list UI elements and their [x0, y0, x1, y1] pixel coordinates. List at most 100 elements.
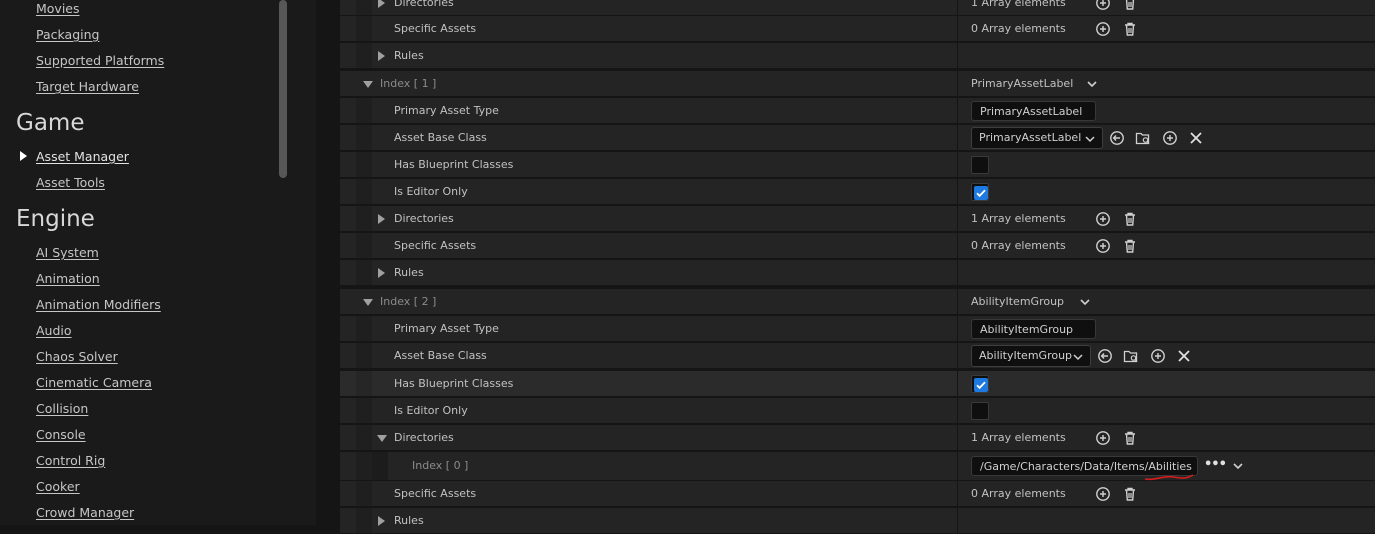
has-blueprint-classes-checkbox[interactable]	[971, 156, 989, 174]
property-row-is-editor-only: Is Editor Only	[340, 398, 1375, 424]
has-blueprint-classes-checkbox[interactable]	[971, 375, 989, 393]
collapse-arrow-icon[interactable]	[377, 435, 387, 442]
delete-icon[interactable]	[1122, 238, 1138, 254]
section-title-engine: Engine	[16, 206, 95, 232]
sidebar-item-cooker[interactable]: Cooker	[36, 479, 80, 494]
section-title-game: Game	[16, 110, 85, 136]
chevron-down-icon[interactable]	[1077, 294, 1093, 310]
property-row-directories: Directories 1 Array elements	[340, 0, 1375, 16]
property-name: Primary Asset Type	[394, 104, 499, 117]
spellcheck-squiggle	[1144, 474, 1194, 481]
property-name: Is Editor Only	[394, 404, 468, 417]
checkmark-icon	[974, 378, 988, 392]
property-row-is-editor-only: Is Editor Only	[340, 179, 1375, 205]
expand-arrow-icon[interactable]	[378, 51, 385, 61]
sidebar-item-control-rig[interactable]: Control Rig	[36, 453, 105, 468]
sidebar-item-animation[interactable]: Animation	[36, 271, 100, 286]
reset-arrow-icon[interactable]	[1097, 348, 1113, 364]
array-index-label: Index [ 1 ]	[380, 77, 437, 90]
checkmark-icon	[974, 186, 988, 200]
add-icon[interactable]	[1095, 211, 1111, 227]
chevron-down-icon[interactable]	[1084, 76, 1100, 92]
expand-arrow-icon[interactable]	[378, 214, 385, 224]
add-icon[interactable]	[1095, 486, 1111, 502]
delete-icon[interactable]	[1122, 0, 1138, 11]
delete-icon[interactable]	[1122, 430, 1138, 446]
array-count: 1 Array elements	[971, 431, 1066, 444]
sidebar-item-asset-manager[interactable]: Asset Manager	[36, 149, 129, 164]
expand-arrow-icon[interactable]	[378, 268, 385, 278]
sidebar-item-crowd-manager[interactable]: Crowd Manager	[36, 505, 134, 520]
delete-icon[interactable]	[1122, 486, 1138, 502]
collapse-arrow-icon[interactable]	[363, 299, 373, 306]
clear-icon[interactable]	[1176, 348, 1192, 364]
property-row-directories: Directories 1 Array elements	[340, 425, 1375, 451]
primary-asset-type-field[interactable]: AbilityItemGroup	[971, 319, 1096, 339]
sidebar-item-console[interactable]: Console	[36, 427, 86, 442]
add-icon[interactable]	[1162, 130, 1178, 146]
sidebar-item-cinematic-camera[interactable]: Cinematic Camera	[36, 375, 152, 390]
sidebar-item-animation-modifiers[interactable]: Animation Modifiers	[36, 297, 161, 312]
chevron-down-icon	[1072, 351, 1084, 363]
property-row-specific-assets: Specific Assets 0 Array elements	[340, 16, 1375, 42]
array-index-1-row[interactable]: Index [ 1 ] PrimaryAssetLabel	[340, 71, 1375, 97]
sidebar-scrollbar-thumb[interactable]	[279, 0, 287, 178]
sidebar-item-ai-system[interactable]: AI System	[36, 245, 99, 260]
combo-value: PrimaryAssetLabel	[979, 131, 1082, 144]
property-row-directories: Directories 1 Array elements	[340, 206, 1375, 232]
add-icon[interactable]	[1095, 238, 1111, 254]
sidebar-item-packaging[interactable]: Packaging	[36, 27, 99, 42]
clear-icon[interactable]	[1188, 130, 1204, 146]
array-count: 0 Array elements	[971, 487, 1066, 500]
sidebar-item-collision[interactable]: Collision	[36, 401, 88, 416]
is-editor-only-checkbox[interactable]	[971, 402, 989, 420]
details-panel: Directories 1 Array elements Specific As…	[340, 0, 1375, 534]
property-name: Rules	[394, 514, 424, 527]
property-row-specific-assets: Specific Assets 0 Array elements	[340, 233, 1375, 259]
browse-folder-icon[interactable]	[1135, 130, 1151, 146]
directory-element-row: Index [ 0 ] /Game/Characters/Data/Items/…	[340, 452, 1375, 481]
settings-sidebar: Movies Packaging Supported Platforms Tar…	[0, 0, 316, 525]
array-count: 0 Array elements	[971, 239, 1066, 252]
is-editor-only-checkbox[interactable]	[971, 183, 989, 201]
delete-icon[interactable]	[1122, 211, 1138, 227]
sidebar-item-movies[interactable]: Movies	[36, 1, 80, 16]
asset-base-class-combo[interactable]: AbilityItemGroup	[971, 345, 1091, 367]
ellipsis-icon[interactable]: •••	[1204, 457, 1227, 472]
property-name: Specific Assets	[394, 487, 477, 500]
array-index-label: Index [ 0 ]	[412, 459, 469, 472]
sidebar-item-audio[interactable]: Audio	[36, 323, 72, 338]
property-name: Rules	[394, 266, 424, 279]
chevron-down-icon[interactable]	[1230, 458, 1246, 474]
combo-value: AbilityItemGroup	[979, 349, 1073, 362]
property-name: Has Blueprint Classes	[394, 158, 514, 171]
expand-arrow-icon[interactable]	[378, 0, 385, 8]
property-row-primary-asset-type: Primary Asset Type AbilityItemGroup	[340, 316, 1375, 342]
sidebar-item-supported-platforms[interactable]: Supported Platforms	[36, 53, 164, 68]
browse-folder-icon[interactable]	[1123, 348, 1139, 364]
sidebar-item-target-hardware[interactable]: Target Hardware	[36, 79, 139, 94]
primary-asset-type-field[interactable]: PrimaryAssetLabel	[971, 101, 1096, 121]
array-index-2-row[interactable]: Index [ 2 ] AbilityItemGroup	[340, 289, 1375, 315]
property-row-primary-asset-type: Primary Asset Type PrimaryAssetLabel	[340, 98, 1375, 124]
index-value: PrimaryAssetLabel	[971, 77, 1074, 90]
property-name: Asset Base Class	[394, 131, 487, 144]
array-count: 1 Array elements	[971, 212, 1066, 225]
add-icon[interactable]	[1095, 21, 1111, 37]
property-row-asset-base-class: Asset Base Class PrimaryAssetLabel	[340, 125, 1375, 151]
property-name: Specific Assets	[394, 239, 477, 252]
array-index-label: Index [ 2 ]	[380, 295, 437, 308]
array-count: 0 Array elements	[971, 22, 1066, 35]
delete-icon[interactable]	[1122, 21, 1138, 37]
collapse-arrow-icon[interactable]	[363, 81, 373, 88]
sidebar-item-asset-tools[interactable]: Asset Tools	[36, 175, 105, 190]
panel-gutter	[316, 0, 340, 525]
add-icon[interactable]	[1150, 348, 1166, 364]
reset-arrow-icon[interactable]	[1109, 130, 1125, 146]
add-icon[interactable]	[1095, 430, 1111, 446]
sidebar-item-chaos-solver[interactable]: Chaos Solver	[36, 349, 118, 364]
add-icon[interactable]	[1095, 0, 1111, 11]
property-name: Primary Asset Type	[394, 322, 499, 335]
asset-base-class-combo[interactable]: PrimaryAssetLabel	[971, 127, 1103, 149]
property-name: Specific Assets	[394, 22, 477, 35]
